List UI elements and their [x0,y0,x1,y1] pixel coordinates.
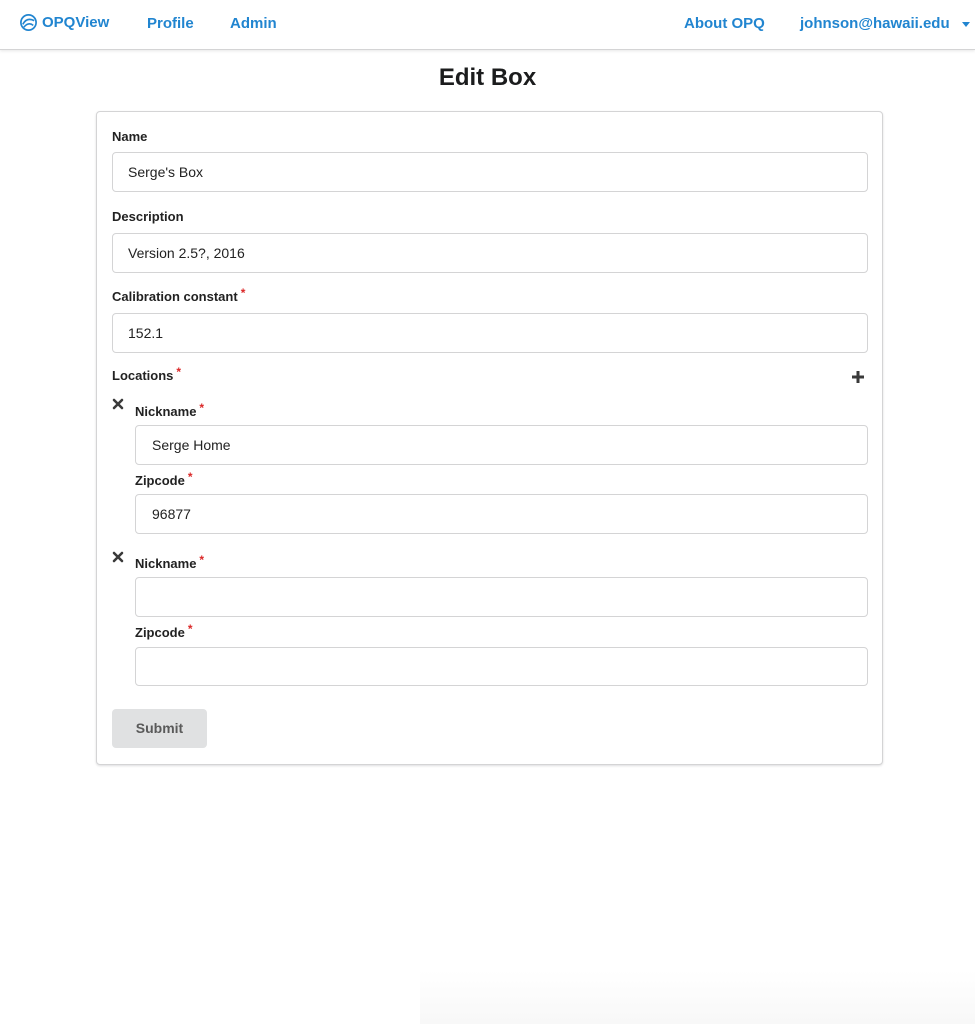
chevron-down-icon [961,21,970,27]
close-icon[interactable] [112,398,124,410]
close-icon[interactable] [112,551,124,563]
zipcode-label-text: Zipcode [135,473,185,488]
calibration-input[interactable]: 152.1 [112,313,868,353]
edit-box-form: Name Serge's Box Description Version 2.5… [96,111,883,765]
location-2-nickname-input[interactable] [135,577,868,617]
zipcode-label: Zipcode * [135,470,193,488]
brand-link[interactable]: OPQView [19,13,109,32]
brand-label: OPQView [42,14,110,31]
page-title: Edit Box [438,64,537,91]
nickname-label: Nickname * [135,401,205,419]
calibration-label-text: Calibration constant [112,289,238,304]
name-label: Name [112,129,147,144]
locations-label-text: Locations [112,368,174,383]
name-input[interactable]: Serge's Box [112,152,868,192]
plus-icon[interactable] [851,370,865,384]
name-label-text: Name [112,129,148,144]
description-label: Description [112,209,184,224]
required-marker: * [240,286,246,300]
zipcode-label: Zipcode * [135,622,193,640]
opq-logo-icon [20,14,37,31]
locations-label: Locations * [112,365,182,383]
required-marker: * [199,401,205,415]
required-marker: * [187,622,193,636]
required-marker: * [187,470,193,484]
nickname-label: Nickname * [135,553,205,571]
user-email: johnson@hawaii.edu [800,15,950,32]
nickname-label-text: Nickname [135,404,197,419]
required-marker: * [176,365,182,379]
nav-profile-link[interactable]: Profile [147,15,194,32]
background-shade [420,970,975,1024]
user-menu-dropdown[interactable]: johnson@hawaii.edu [800,15,970,32]
location-1-zipcode-input[interactable]: 96877 [135,494,868,534]
required-marker: * [199,553,205,567]
nav-admin-link[interactable]: Admin [230,15,277,32]
top-navbar: OPQView Profile Admin About OPQ johnson@… [0,0,975,50]
description-label-text: Description [112,209,184,224]
nav-about-link[interactable]: About OPQ [684,15,765,32]
zipcode-label-text: Zipcode [135,625,185,640]
submit-button[interactable]: Submit [112,709,207,748]
description-input[interactable]: Version 2.5?, 2016 [112,233,868,273]
calibration-label: Calibration constant * [112,286,246,304]
location-2-zipcode-input[interactable] [135,647,868,686]
nickname-label-text: Nickname [135,556,197,571]
location-1-nickname-input[interactable]: Serge Home [135,425,868,465]
